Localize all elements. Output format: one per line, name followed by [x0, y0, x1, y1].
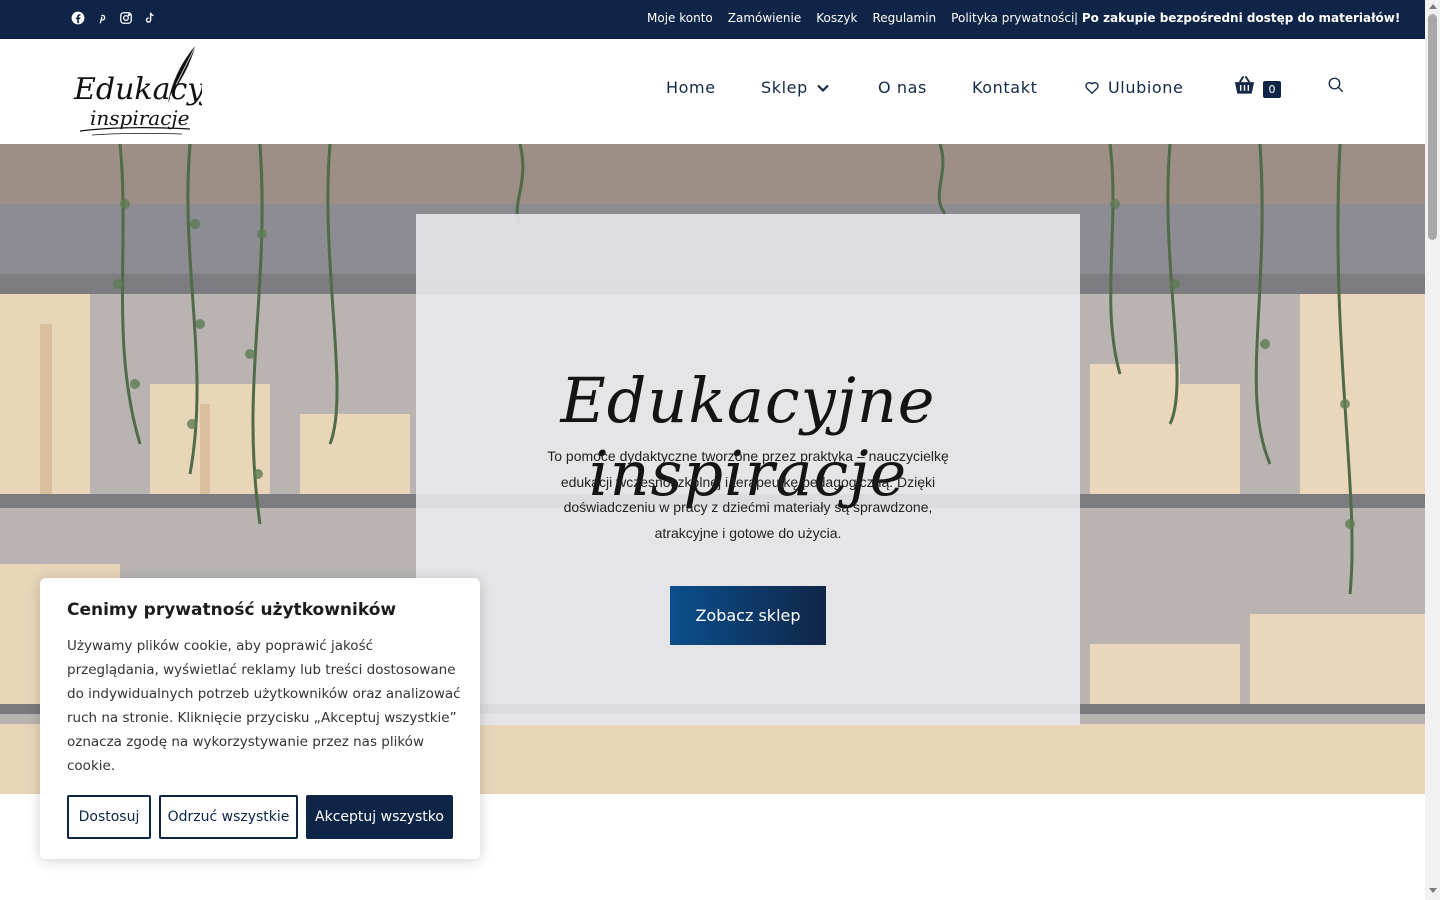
cookie-reject-button[interactable]: Odrzuć wszystkie	[159, 795, 298, 839]
hero-description: To pomoce dydaktyczne tworzone przez pra…	[547, 448, 949, 541]
chevron-down-icon	[817, 84, 829, 92]
heart-icon	[1085, 81, 1099, 94]
cart-button[interactable]	[1233, 74, 1256, 96]
top-links: Moje konto Zamówienie Koszyk Regulamin P…	[647, 11, 1074, 25]
cookie-title: Cenimy prywatność użytkowników	[67, 600, 397, 620]
nav-contact-label: Kontakt	[972, 78, 1038, 97]
top-notice-text: Po zakupie bezpośredni dostęp do materia…	[1081, 11, 1401, 25]
cookie-accept-button[interactable]: Akceptuj wszystko	[306, 795, 453, 839]
link-order[interactable]: Zamówienie	[728, 11, 801, 25]
nav-about-label: O nas	[878, 78, 927, 97]
nav-favorites-label: Ulubione	[1108, 78, 1184, 97]
social-links	[70, 10, 158, 26]
page-scrollbar[interactable]	[1425, 0, 1440, 900]
shop-cta-button[interactable]: Zobacz sklep	[670, 586, 826, 645]
nav-home[interactable]: Home	[666, 78, 716, 97]
pinterest-icon[interactable]	[94, 10, 110, 26]
link-cart[interactable]: Koszyk	[816, 11, 857, 25]
top-notice: | Po zakupie bezpośredni dostęp do mater…	[1074, 11, 1400, 25]
hero-panel: Edukacyjne inspiracje To pomoce dydaktyc…	[416, 214, 1080, 725]
top-notice-separator: |	[1074, 11, 1082, 25]
cart-count-badge: 0	[1263, 81, 1281, 98]
scrollbar-thumb[interactable]	[1428, 14, 1437, 240]
nav-shop[interactable]: Sklep	[761, 78, 830, 97]
cookie-body: Używamy plików cookie, aby poprawić jako…	[67, 638, 461, 774]
search-button[interactable]	[1327, 76, 1345, 94]
nav-contact[interactable]: Kontakt	[972, 78, 1037, 97]
main-nav: Home Sklep O nas Kontakt Ulubione	[0, 75, 1425, 100]
nav-favorites[interactable]: Ulubione	[1084, 78, 1183, 97]
nav-shop-label: Sklep	[761, 78, 808, 97]
link-privacy-policy[interactable]: Polityka prywatności	[951, 11, 1074, 25]
scroll-up-arrow[interactable]	[1429, 4, 1437, 9]
instagram-icon[interactable]	[118, 10, 134, 26]
link-terms[interactable]: Regulamin	[872, 11, 936, 25]
nav-about[interactable]: O nas	[878, 78, 927, 97]
facebook-icon[interactable]	[70, 10, 86, 26]
top-bar: Moje konto Zamówienie Koszyk Regulamin P…	[0, 0, 1425, 39]
cookie-consent-banner: Cenimy prywatność użytkowników Używamy p…	[40, 578, 480, 859]
scroll-down-arrow[interactable]	[1429, 888, 1437, 893]
basket-icon	[1234, 75, 1255, 94]
link-my-account[interactable]: Moje konto	[647, 11, 713, 25]
cookie-customize-button[interactable]: Dostosuj	[67, 795, 151, 839]
tiktok-icon[interactable]	[142, 10, 158, 26]
nav-home-label: Home	[666, 78, 716, 97]
search-icon	[1328, 77, 1344, 93]
svg-text:inspiracje: inspiracje	[90, 106, 189, 130]
